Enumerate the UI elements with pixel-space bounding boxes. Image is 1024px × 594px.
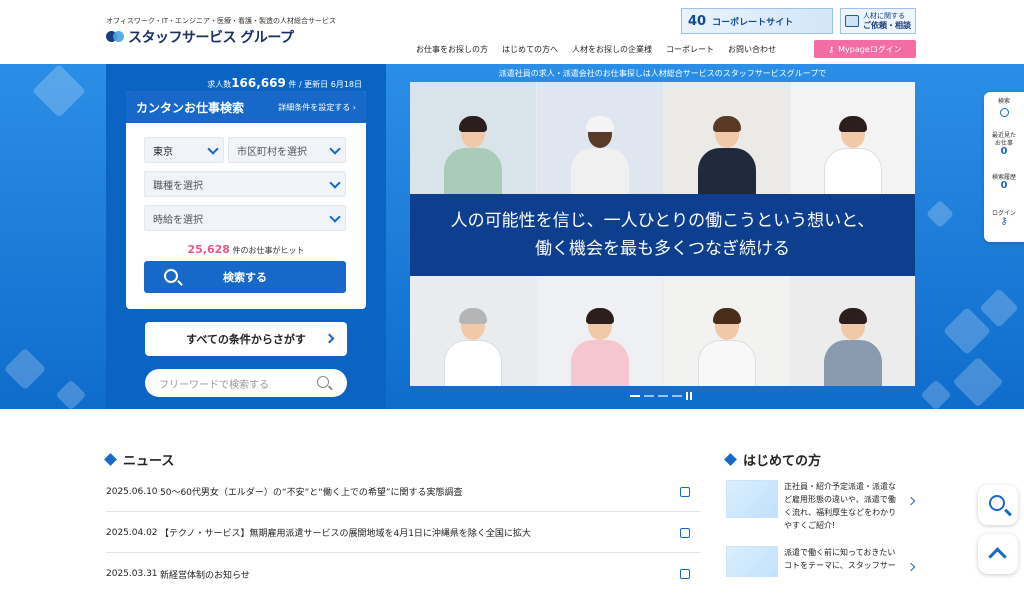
key-icon: ⚷ xyxy=(1000,216,1008,227)
decor-square xyxy=(979,288,1019,328)
logo-mark-icon xyxy=(106,29,124,45)
nav-contact[interactable]: お問い合わせ xyxy=(728,44,776,55)
news-title: ニュース xyxy=(104,450,700,469)
quick-search-card: カンタンお仕事検索 詳細条件を設定する › 東京 市区町村を選択 職種を選択 時… xyxy=(126,91,366,309)
quick-search-title: カンタンお仕事検索 xyxy=(136,100,245,115)
hit-count: 25,628 件のお仕事がヒット xyxy=(187,243,305,256)
floating-search-button[interactable] xyxy=(978,485,1018,525)
logo-text: スタッフサービス グループ xyxy=(128,30,294,46)
chevron-down-icon xyxy=(329,211,341,223)
chevron-up-icon xyxy=(988,547,1007,566)
decor-square xyxy=(920,379,952,409)
search-button[interactable]: 検索する xyxy=(144,261,346,293)
side-quick-panel: 検索 最近見た お仕事 0 検索履歴 0 ログイン ⚷ xyxy=(984,92,1024,242)
wage-select[interactable]: 時給を選択 xyxy=(144,205,346,231)
decor-square xyxy=(32,64,86,118)
job-type-select[interactable]: 職種を選択 xyxy=(144,171,346,197)
decor-square xyxy=(55,379,87,409)
anniversary-40-badge: 40 xyxy=(688,13,707,29)
global-nav: お仕事をお探しの方 はじめての方へ 人材をお探しの企業様 コーポレート お問い合… xyxy=(416,44,776,55)
monitor-icon xyxy=(845,15,859,27)
beginners-item[interactable]: 正社員・紹介予定派遣・派遣など雇用形態の違いや、派遣で働く流れ、福利厚生などをわ… xyxy=(726,480,916,540)
side-search-history[interactable]: 検索履歴 0 xyxy=(984,174,1024,191)
chevron-down-icon xyxy=(329,143,341,155)
hero-message: 人の可能性を信じ、一人ひとりの働こうという想いと、 働く機会を最も多くつなぎ続け… xyxy=(410,194,915,276)
all-conditions-button[interactable]: すべての条件からさがす xyxy=(145,322,347,356)
nav-corporate[interactable]: コーポレート xyxy=(666,44,714,55)
job-count-number: 166,669 xyxy=(231,76,286,90)
prefecture-select[interactable]: 東京 xyxy=(144,137,224,163)
beginners-section: はじめての方 正社員・紹介予定派遣・派遣など雇用形態の違いや、派遣で働く流れ、福… xyxy=(724,450,916,577)
carousel-dot[interactable] xyxy=(630,395,640,397)
search-icon xyxy=(317,376,329,388)
beginners-title: はじめての方 xyxy=(724,450,916,469)
external-link-icon xyxy=(680,487,690,497)
corporate-site-label: コーポレートサイト xyxy=(712,17,794,28)
carousel-dot[interactable] xyxy=(658,395,668,397)
inquiry-line2: ご依頼・相談 xyxy=(863,21,911,30)
news-item[interactable]: 2025.06.10 50～60代男女（エルダー）の“不安”と“働く上での希望”… xyxy=(106,472,700,512)
mypage-login-button[interactable]: ⚷ Mypageログイン xyxy=(814,40,916,58)
city-select[interactable]: 市区町村を選択 xyxy=(228,137,346,163)
recent-count: 0 xyxy=(1000,146,1008,157)
search-icon xyxy=(989,495,1005,511)
history-count: 0 xyxy=(1000,180,1008,191)
external-link-icon xyxy=(680,528,690,538)
photo-nurse xyxy=(537,276,663,386)
decor-square xyxy=(3,347,47,391)
photo-researcher xyxy=(791,82,915,194)
guide-thumbnail xyxy=(726,546,778,577)
photo-technician xyxy=(791,276,915,386)
news-item[interactable]: 2025.04.02 【テクノ・サービス】無期雇用派遣サービスの展開地域を4月1… xyxy=(106,513,700,553)
decor-square xyxy=(925,199,955,229)
search-icon xyxy=(999,108,1009,117)
side-login[interactable]: ログイン ⚷ xyxy=(984,210,1024,227)
photo-receptionist xyxy=(664,276,790,386)
guide-thumbnail xyxy=(726,480,778,518)
photo-office-worker xyxy=(664,82,790,194)
chevron-down-icon xyxy=(329,177,341,189)
logo-subtitle: オフィスワーク・IT・エンジニア・医療・看護・製造の人材総合サービス xyxy=(106,17,337,25)
hero-photo-grid: 人の可能性を信じ、一人ひとりの働こうという想いと、 働く機会を最も多くつなぎ続け… xyxy=(410,82,915,386)
site-logo[interactable]: スタッフサービス グループ xyxy=(106,27,294,47)
decor-square xyxy=(942,306,992,356)
decor-square xyxy=(952,356,1004,408)
inquiry-line1: 人材に関する xyxy=(863,12,905,20)
carousel-indicator xyxy=(630,392,692,400)
quick-search-header: カンタンお仕事検索 詳細条件を設定する › xyxy=(126,91,366,123)
pause-icon[interactable] xyxy=(686,392,692,400)
mypage-label: Mypageログイン xyxy=(838,44,902,54)
diamond-icon xyxy=(724,453,737,466)
beginners-item[interactable]: 派遣で働く前に知っておきたいコトをテーマに、スタッフサー xyxy=(726,546,916,577)
news-item[interactable]: 2025.03.31 新経営体制のお知らせ xyxy=(106,554,700,594)
side-search[interactable]: 検索 xyxy=(984,98,1024,117)
corporate-site-banner[interactable]: 40 コーポレートサイト xyxy=(681,8,833,34)
hero-section: 求人数166,669 件 / 更新日 6月18日 カンタンお仕事検索 詳細条件を… xyxy=(0,64,1024,409)
nav-beginners[interactable]: はじめての方へ xyxy=(502,44,558,55)
carousel-dot[interactable] xyxy=(644,395,654,397)
key-icon: ⚷ xyxy=(828,44,835,54)
back-to-top-button[interactable] xyxy=(978,534,1018,574)
photo-engineer xyxy=(537,82,663,194)
hero-tagline: 派遣社員の求人・派遣会社のお仕事探しは人材総合サービスのスタッフサービスグループ… xyxy=(498,69,827,78)
site-header: オフィスワーク・IT・エンジニア・医療・看護・製造の人材総合サービス スタッフサ… xyxy=(0,0,1024,64)
nav-companies[interactable]: 人材をお探しの企業様 xyxy=(572,44,652,55)
chevron-right-icon xyxy=(324,333,335,344)
job-count: 求人数166,669 件 / 更新日 6月18日 xyxy=(207,76,362,90)
photo-call-center xyxy=(410,276,536,386)
carousel-dot[interactable] xyxy=(672,395,682,397)
nav-job-seekers[interactable]: お仕事をお探しの方 xyxy=(416,44,488,55)
side-recent-jobs[interactable]: 最近見た お仕事 0 xyxy=(984,132,1024,157)
inquiry-button[interactable]: 人材に関する ご依頼・相談 xyxy=(840,8,916,34)
diamond-icon xyxy=(104,453,117,466)
freeword-search-input[interactable]: フリーワードで検索する xyxy=(145,369,347,397)
news-section: ニュース 2025.06.10 50～60代男女（エルダー）の“不安”と“働く上… xyxy=(104,450,700,581)
photo-worker xyxy=(410,82,536,194)
chevron-down-icon xyxy=(207,143,219,155)
detail-conditions-link[interactable]: 詳細条件を設定する › xyxy=(278,102,356,113)
chevron-right-icon xyxy=(906,562,916,572)
search-icon xyxy=(164,269,178,283)
external-link-icon xyxy=(680,569,690,579)
chevron-right-icon xyxy=(906,496,916,506)
